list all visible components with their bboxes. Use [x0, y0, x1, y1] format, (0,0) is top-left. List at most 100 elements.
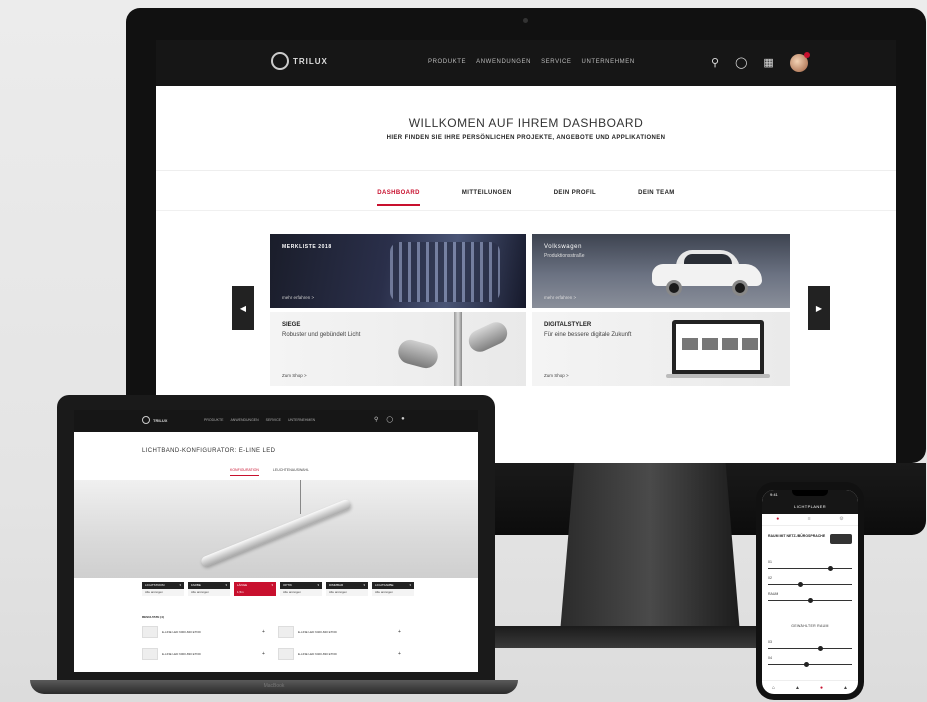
tile-volkswagen[interactable]: Volkswagen Produktionsstraße mehr erfahr… — [532, 234, 790, 308]
toggle-switch[interactable] — [830, 534, 852, 544]
filter-label: LICHTSTROM — [145, 583, 165, 587]
tab-leuchtenauswahl[interactable]: LEUCHTENAUSWAHL — [273, 468, 309, 476]
add-icon[interactable]: + — [398, 629, 401, 635]
tab-konfiguration[interactable]: KONFIGURATION — [230, 468, 259, 476]
grid-icon[interactable]: ▦ — [763, 56, 773, 70]
home-icon[interactable]: ⌂ — [772, 685, 775, 691]
nav-icons: ⚲ ◯ ▦ — [711, 52, 810, 72]
navbar: TRILUX PRODUKTE ANWENDUNGEN SERVICE UNTE… — [74, 410, 478, 432]
filter-dropdown[interactable]: LICHTSTROM ▾ Alle anzeigen — [142, 582, 184, 596]
headset-icon[interactable]: ◯ — [386, 416, 393, 423]
app-header: LICHTPLANER — [762, 500, 858, 514]
search-icon[interactable]: ⚲ — [374, 416, 378, 423]
carousel-prev-button[interactable]: ◀ — [232, 286, 254, 330]
product-thumbnail — [278, 648, 294, 660]
tab-mitteilungen[interactable]: MITTEILUNGEN — [462, 190, 512, 206]
tile-siege[interactable]: SIEGE Robuster und gebündelt Licht Zum S… — [270, 312, 526, 386]
list-item[interactable]: E-LINE LED 6400-830 ETDD + — [278, 648, 401, 660]
tab-settings[interactable]: ⚙ — [839, 516, 843, 522]
filter-label: FARBE — [191, 583, 201, 587]
tile-link[interactable]: Zum Shop > — [544, 373, 569, 378]
nav-link-service[interactable]: SERVICE — [541, 59, 571, 65]
user-icon[interactable]: ● — [401, 416, 405, 423]
truck-grille-image — [390, 242, 500, 302]
nav-link-unternehmen[interactable]: UNTERNEHMEN — [582, 59, 635, 65]
filter-dropdown[interactable]: DIMMBAR ▾ Alle anzeigen — [326, 582, 368, 596]
nav-link-anwendungen[interactable]: ANWENDUNGEN — [230, 418, 258, 422]
nav-link-anwendungen[interactable]: ANWENDUNGEN — [476, 59, 531, 65]
list-item[interactable]: E-LINE LED 6400-840 ETDD + — [278, 626, 401, 638]
carousel-next-button[interactable]: ▶ — [808, 286, 830, 330]
slider[interactable] — [768, 582, 852, 587]
logo[interactable]: TRILUX — [271, 52, 328, 70]
logo-mark-icon — [142, 416, 150, 424]
alert-icon[interactable]: ▲ — [795, 685, 800, 691]
chevron-down-icon: ▾ — [409, 583, 411, 587]
slider[interactable] — [768, 646, 852, 651]
tile-link[interactable]: Zum Shop > — [282, 373, 307, 378]
nav-link-produkte[interactable]: PRODUKTE — [428, 59, 466, 65]
nav-link-service[interactable]: SERVICE — [266, 418, 281, 422]
setting-label: 01 — [768, 560, 772, 564]
filter-value: Alle anzeigen — [142, 589, 184, 596]
filter-dropdown[interactable]: FARBE ▾ Alle anzeigen — [188, 582, 230, 596]
phone-screen: 9:41 LICHTPLANER ● ≡ ⚙ RAUM MIT NETZ-/BÜ… — [762, 490, 858, 694]
page-title: WILLKOMEN AUF IHREM DASHBOARD — [408, 116, 644, 130]
nav-links: PRODUKTE ANWENDUNGEN SERVICE UNTERNEHMEN — [428, 59, 635, 65]
tile-digitalstyler[interactable]: DIGITALSTYLER Für eine bessere digitale … — [532, 312, 790, 386]
setting-label: 02 — [768, 576, 772, 580]
warning-icon[interactable]: ▲ — [843, 685, 848, 691]
chevron-down-icon: ▾ — [225, 583, 227, 587]
record-icon[interactable]: ● — [820, 685, 823, 691]
tab-team[interactable]: DEIN TEAM — [638, 190, 675, 206]
logo[interactable]: TRILUX — [142, 416, 167, 424]
tile-label: Volkswagen — [544, 244, 583, 250]
phone-tabs: ● ≡ ⚙ — [762, 516, 858, 526]
slider[interactable] — [768, 662, 852, 667]
product-name: E-LINE LED 6400-840 ETDD — [298, 630, 337, 634]
tile-link[interactable]: mehr erfahren > — [282, 295, 314, 300]
add-icon[interactable]: + — [398, 651, 401, 657]
car-image — [652, 250, 762, 296]
filter-dropdown[interactable]: OPTIK ▾ Alle anzeigen — [280, 582, 322, 596]
section-title: GEWÄHLTER RAUM — [791, 624, 829, 628]
filter-dropdown[interactable]: LÄNGE ▾ 1,5m — [234, 582, 276, 596]
tab-list[interactable]: ≡ — [808, 516, 811, 522]
product-hero-image — [74, 480, 478, 578]
status-time: 9:41 — [770, 492, 778, 497]
linear-luminaire — [199, 498, 353, 568]
slider[interactable] — [768, 566, 852, 571]
headset-icon[interactable]: ◯ — [735, 56, 747, 70]
filter-dropdown[interactable]: LICHTFARBE ▾ Alle anzeigen — [372, 582, 414, 596]
logo-mark-icon — [271, 52, 289, 70]
tab-home[interactable]: ● — [776, 516, 779, 522]
filter-value: Alle anzeigen — [188, 589, 230, 596]
list-item[interactable]: E-LINE LED 6000-840 ETDD + — [142, 626, 265, 638]
filter-label: OPTIK — [283, 583, 293, 587]
laptop-screen: TRILUX PRODUKTE ANWENDUNGEN SERVICE UNTE… — [74, 410, 478, 672]
product-name: E-LINE LED 6000-830 ETDD — [162, 652, 201, 656]
status-bar: 9:41 — [762, 490, 858, 500]
camera — [523, 18, 528, 23]
slider[interactable] — [768, 598, 852, 603]
product-thumbnail — [142, 648, 158, 660]
tab-profil[interactable]: DEIN PROFIL — [554, 190, 596, 206]
search-icon[interactable]: ⚲ — [711, 56, 719, 70]
tile-text: Für eine bessere digitale Zukunft — [544, 332, 632, 338]
tab-dashboard[interactable]: DASHBOARD — [377, 190, 420, 206]
dashboard-tabs: DASHBOARD MITTEILUNGEN DEIN PROFIL DEIN … — [156, 190, 896, 206]
nav-link-produkte[interactable]: PRODUKTE — [204, 418, 223, 422]
avatar[interactable] — [789, 52, 810, 72]
filter-value: 1,5m — [234, 589, 276, 596]
add-icon[interactable]: + — [262, 629, 265, 635]
add-icon[interactable]: + — [262, 651, 265, 657]
laptop-brand-label: MacBook — [263, 683, 285, 689]
filter-label: LÄNGE — [237, 583, 248, 587]
divider — [156, 210, 896, 211]
tile-link[interactable]: mehr erfahren > — [544, 295, 576, 300]
product-thumbnail — [278, 626, 294, 638]
filter-value: Alle anzeigen — [372, 589, 414, 596]
list-item[interactable]: E-LINE LED 6000-830 ETDD + — [142, 648, 265, 660]
nav-link-unternehmen[interactable]: UNTERNEHMEN — [288, 418, 315, 422]
tile-merkliste[interactable]: MERKLISTE 2018 mehr erfahren > — [270, 234, 526, 308]
